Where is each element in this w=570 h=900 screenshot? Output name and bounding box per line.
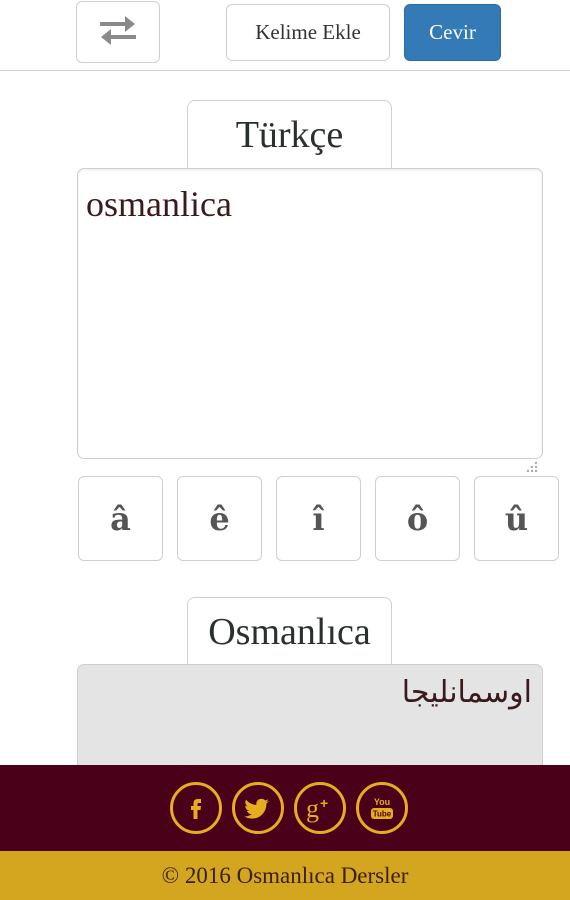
resize-handle-icon[interactable] [524, 440, 538, 473]
special-characters: â ê î ô û [78, 476, 560, 562]
facebook-icon[interactable] [170, 782, 222, 834]
ottoman-output-text: اوسمانليجا [401, 675, 532, 710]
char-button-o-circumflex[interactable]: ô [375, 476, 460, 561]
twitter-icon[interactable] [232, 782, 284, 834]
copyright-text: © 2016 Osmanlıca Dersler [161, 862, 409, 888]
svg-text:+: + [320, 795, 328, 811]
google-plus-icon[interactable]: g + [294, 782, 346, 834]
swap-languages-button[interactable] [76, 1, 160, 63]
svg-text:g: g [306, 794, 319, 823]
tab-turkish[interactable]: Türkçe [187, 100, 392, 168]
copyright-footer: © 2016 Osmanlıca Dersler [0, 851, 570, 900]
char-button-i-circumflex[interactable]: î [276, 476, 361, 561]
ottoman-output[interactable]: اوسمانليجا [77, 664, 543, 774]
social-footer: g + You Tube [0, 765, 570, 851]
translate-button[interactable]: Cevir [404, 4, 501, 61]
char-button-e-circumflex[interactable]: ê [177, 476, 262, 561]
turkish-input-text: osmanlica [86, 184, 232, 224]
char-button-u-circumflex[interactable]: û [474, 476, 559, 561]
youtube-icon[interactable]: You Tube [356, 782, 408, 834]
turkish-input[interactable]: osmanlica [77, 168, 543, 473]
social-links: g + You Tube [170, 782, 415, 838]
toolbar: Kelime Ekle Cevir [0, 0, 570, 71]
svg-text:Tube: Tube [373, 810, 392, 819]
tab-ottoman[interactable]: Osmanlıca [187, 597, 392, 665]
svg-text:You: You [374, 797, 390, 807]
add-word-button[interactable]: Kelime Ekle [226, 4, 390, 61]
swap-arrows-icon [96, 13, 140, 52]
char-button-a-circumflex[interactable]: â [78, 476, 163, 561]
